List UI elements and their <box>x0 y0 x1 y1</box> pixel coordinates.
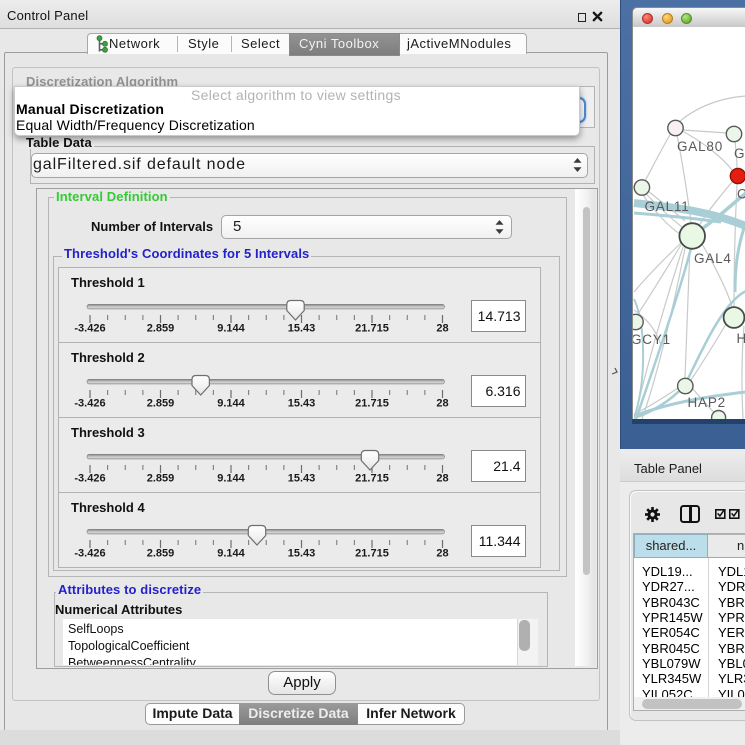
svg-text:9.144: 9.144 <box>217 548 245 560</box>
svg-text:9.144: 9.144 <box>217 323 245 335</box>
svg-text:9.144: 9.144 <box>217 473 245 485</box>
svg-text:28: 28 <box>436 548 448 560</box>
svg-text:GAL11: GAL11 <box>645 199 690 214</box>
svg-text:28: 28 <box>436 473 448 485</box>
svg-text:28: 28 <box>436 323 448 335</box>
svg-text:GCY1: GCY1 <box>632 332 671 347</box>
svg-text:-3.426: -3.426 <box>74 398 105 410</box>
svg-text:21.715: 21.715 <box>355 548 389 560</box>
svg-text:GAL80: GAL80 <box>677 139 723 154</box>
svg-text:2.859: 2.859 <box>147 473 175 485</box>
svg-text:GAL1: GAL1 <box>734 146 745 161</box>
svg-text:21.715: 21.715 <box>355 398 389 410</box>
svg-text:-3.426: -3.426 <box>74 473 105 485</box>
svg-text:CDC2: CDC2 <box>737 187 745 202</box>
svg-text:15.43: 15.43 <box>288 398 316 410</box>
svg-text:15.43: 15.43 <box>288 473 316 485</box>
svg-text:21.715: 21.715 <box>355 473 389 485</box>
svg-text:15.43: 15.43 <box>288 323 316 335</box>
svg-text:2.859: 2.859 <box>147 398 175 410</box>
svg-text:9.144: 9.144 <box>217 398 245 410</box>
svg-text:HAP2: HAP2 <box>737 331 745 346</box>
svg-text:2.859: 2.859 <box>147 548 175 560</box>
svg-text:15.43: 15.43 <box>288 548 316 560</box>
svg-text:21.715: 21.715 <box>355 323 389 335</box>
svg-text:HAP2: HAP2 <box>688 395 726 410</box>
svg-text:GAL4: GAL4 <box>694 251 732 266</box>
svg-text:28: 28 <box>436 398 448 410</box>
svg-text:2.859: 2.859 <box>147 323 175 335</box>
svg-text:-3.426: -3.426 <box>74 548 105 560</box>
svg-text:-3.426: -3.426 <box>74 323 105 335</box>
